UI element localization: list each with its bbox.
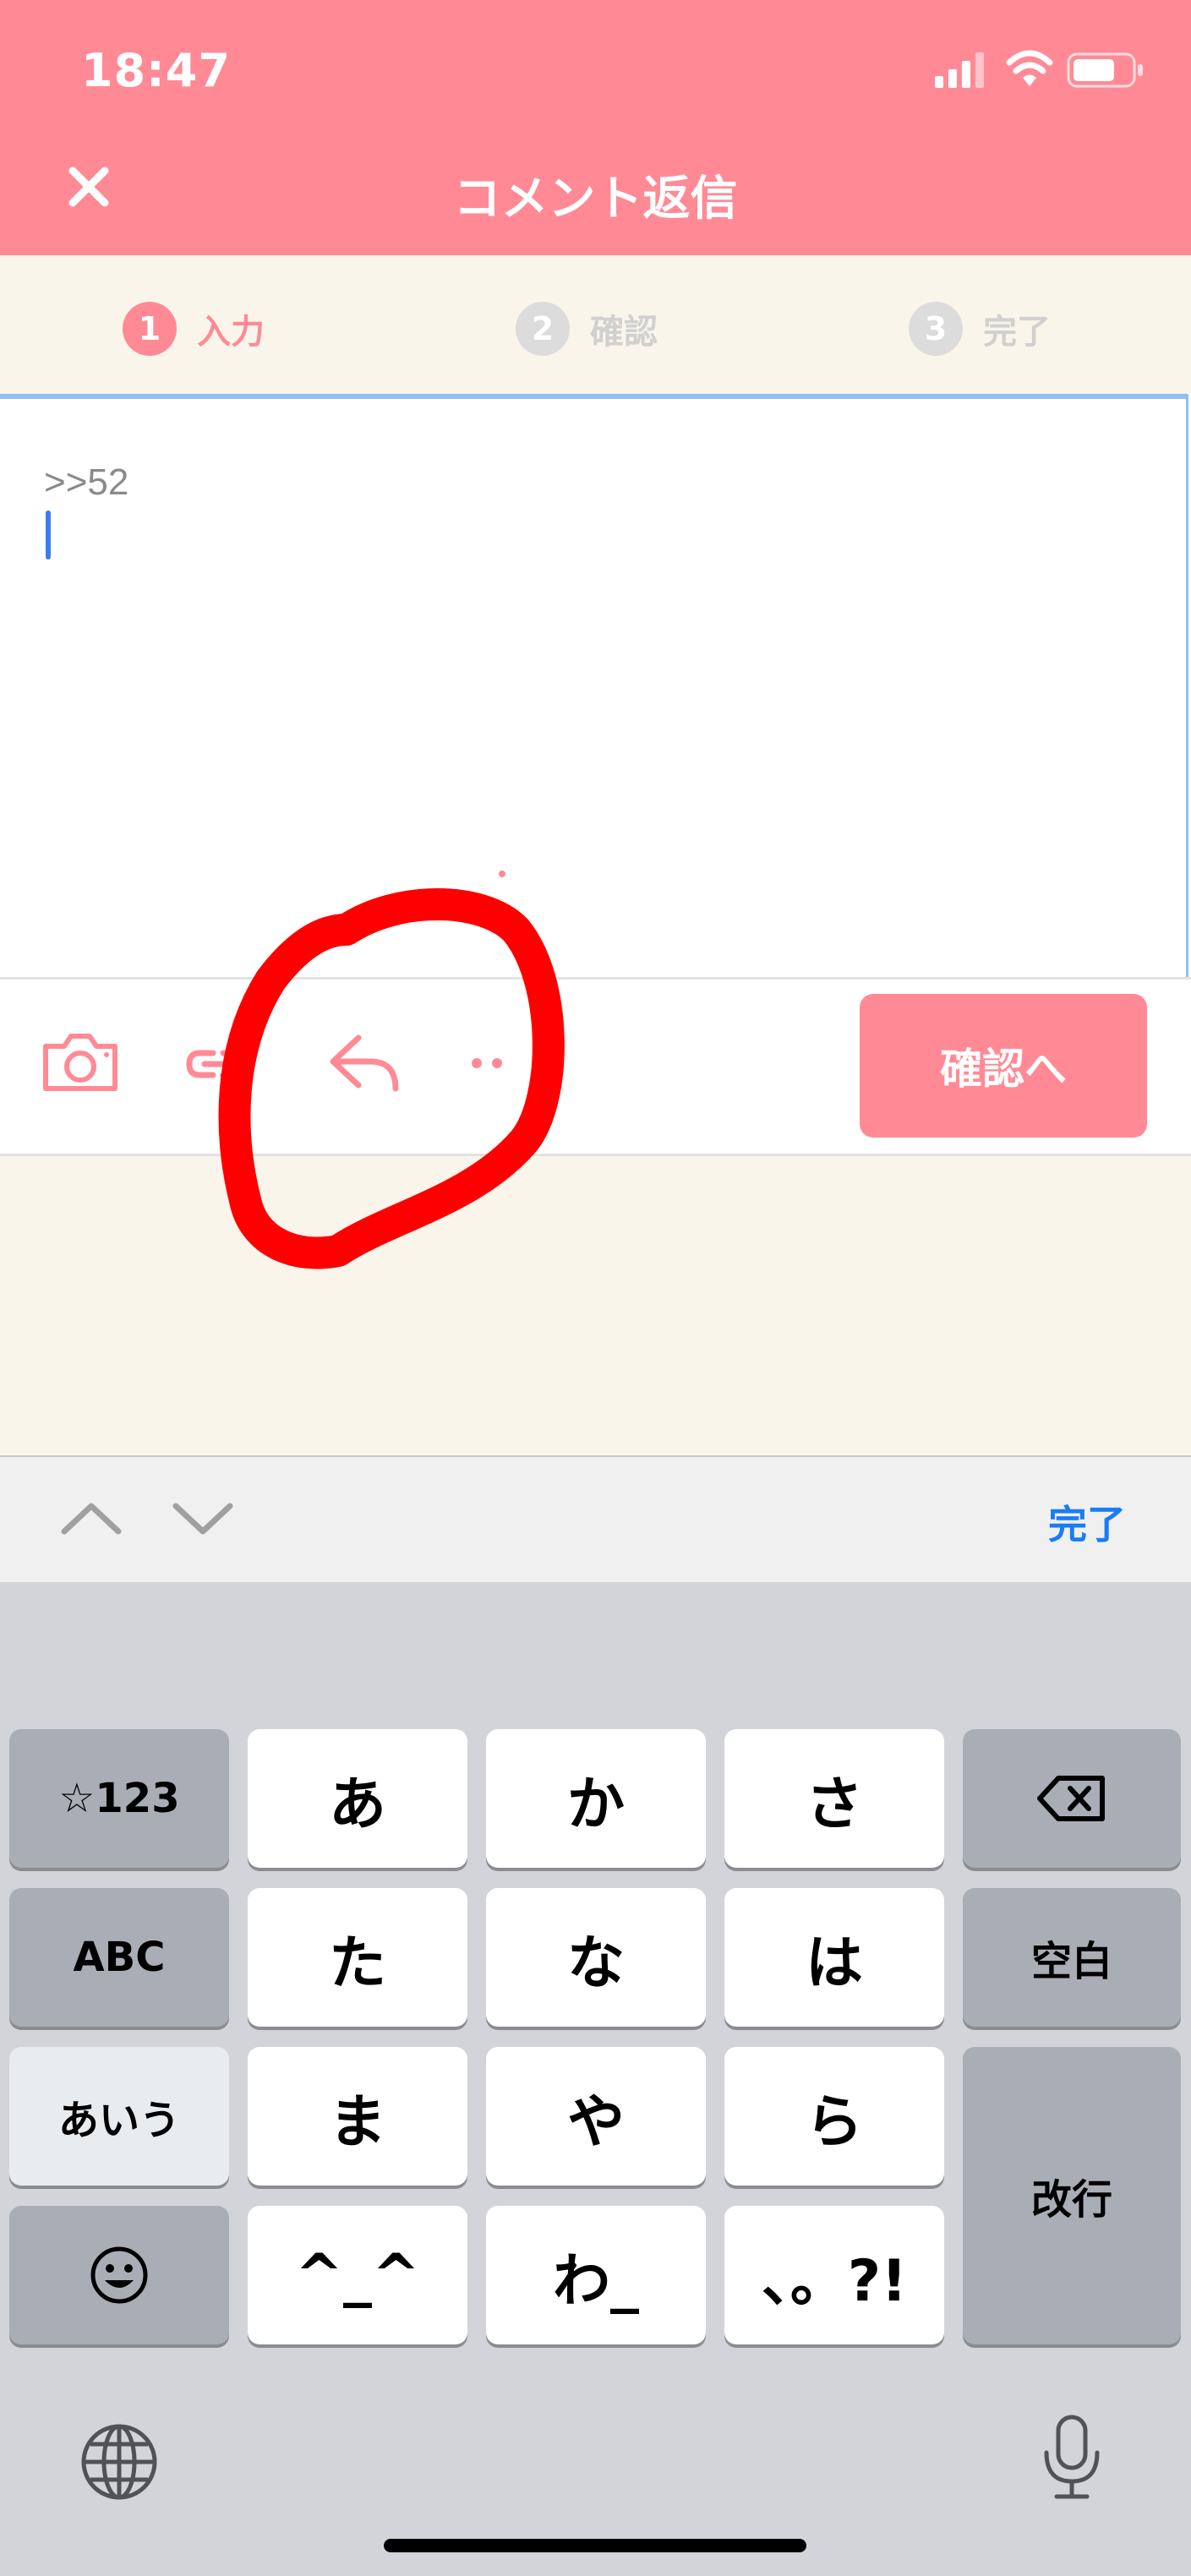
- emoji-icon: [90, 2246, 148, 2304]
- step-label: 確認: [590, 313, 658, 352]
- emoji-key[interactable]: [9, 2206, 229, 2344]
- reply-icon[interactable]: [326, 1033, 402, 1094]
- decorative-dot: [499, 870, 505, 877]
- wifi-icon: [1006, 50, 1053, 86]
- key-hiragana[interactable]: あいう: [9, 2047, 229, 2186]
- key-ha[interactable]: は: [724, 1888, 944, 2027]
- camera-icon[interactable]: [41, 1031, 120, 1094]
- step-number: 2: [516, 302, 570, 356]
- link-icon[interactable]: [184, 1043, 252, 1085]
- content-background: [0, 1156, 1191, 1455]
- key-ra[interactable]: ら: [724, 2047, 944, 2186]
- page-title: コメント返信: [453, 172, 738, 226]
- status-time: 18:47: [81, 44, 231, 97]
- step-input: 1 入力: [123, 300, 265, 357]
- key-wa[interactable]: わ_: [486, 2206, 706, 2344]
- delete-key[interactable]: [963, 1729, 1181, 1868]
- signal-icon: [935, 52, 984, 88]
- key-a[interactable]: あ: [248, 1729, 467, 1868]
- reply-reference-text: >>52: [44, 461, 129, 503]
- step-complete: 3 完了: [909, 300, 1051, 357]
- key-numbers[interactable]: ☆123: [9, 1729, 229, 1868]
- home-indicator: [384, 2539, 806, 2552]
- key-punctuation[interactable]: 、。?!: [724, 2206, 944, 2344]
- key-kaomoji[interactable]: ^_^: [248, 2206, 467, 2344]
- key-ma[interactable]: ま: [248, 2047, 467, 2186]
- confirm-button[interactable]: 確認へ: [860, 994, 1147, 1138]
- comment-textarea[interactable]: [0, 394, 1188, 977]
- battery-icon: [1067, 52, 1143, 88]
- key-na[interactable]: な: [486, 1888, 706, 2027]
- return-key[interactable]: 改行: [963, 2047, 1181, 2344]
- key-ya[interactable]: や: [486, 2047, 706, 2186]
- key-sa[interactable]: さ: [724, 1729, 944, 1868]
- step-label: 入力: [197, 313, 265, 352]
- microphone-icon[interactable]: [1040, 2414, 1104, 2502]
- step-confirm: 2 確認: [516, 300, 658, 357]
- key-ta[interactable]: た: [248, 1888, 467, 2027]
- space-key[interactable]: 空白: [963, 1888, 1181, 2027]
- step-label: 完了: [983, 313, 1051, 352]
- globe-icon[interactable]: [79, 2422, 159, 2502]
- step-number: 3: [909, 302, 963, 356]
- key-ka[interactable]: か: [486, 1729, 706, 1868]
- key-abc[interactable]: ABC: [9, 1888, 229, 2027]
- more-icon[interactable]: [468, 1053, 511, 1073]
- step-number: 1: [123, 302, 177, 356]
- done-button[interactable]: 完了: [1048, 1494, 1126, 1550]
- backspace-icon: [1037, 1776, 1105, 1821]
- chevron-up-icon[interactable]: [59, 1499, 123, 1536]
- chevron-down-icon[interactable]: [171, 1501, 235, 1538]
- text-cursor: [46, 510, 51, 559]
